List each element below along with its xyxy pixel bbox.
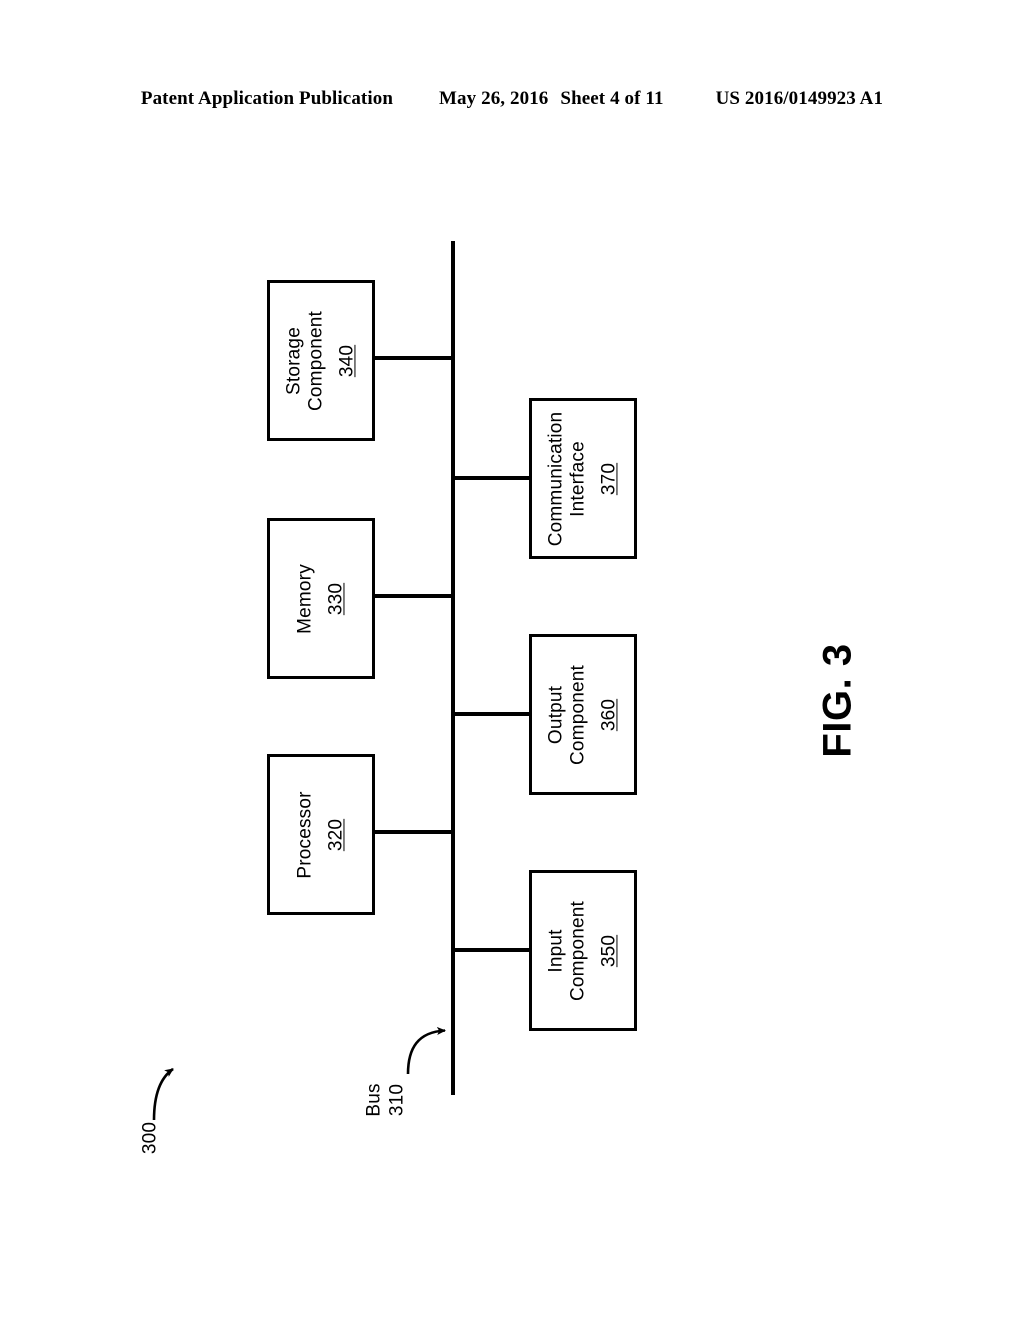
- box-processor[interactable]: Processor 320: [267, 754, 375, 915]
- communication-interface-label-line-2: Interface: [567, 440, 589, 517]
- bus-label: Bus: [363, 1083, 385, 1117]
- output-component-reference: 360: [598, 698, 620, 731]
- memory-label-line-1: Memory: [294, 563, 316, 634]
- processor-reference: 320: [325, 818, 347, 851]
- connector-bus-to-memory: [374, 594, 453, 598]
- box-communication-interface[interactable]: Communication Interface 370: [529, 398, 637, 559]
- box-memory[interactable]: Memory 330: [267, 518, 375, 679]
- box-storage-component[interactable]: Storage Component 340: [267, 280, 375, 441]
- figure-caption-text: FIG. 3: [815, 642, 860, 758]
- box-input-component[interactable]: Input Component 350: [529, 870, 637, 1031]
- bus-reference: 310: [387, 1083, 408, 1117]
- processor-label-line-1: Processor: [294, 790, 316, 879]
- memory-reference: 330: [325, 582, 347, 615]
- figure-block-diagram: Storage Component 340 Memory 330 Process…: [0, 0, 1024, 1320]
- communication-interface-label-line-1: Communication: [545, 411, 567, 546]
- output-component-label-line-1: Output: [545, 685, 567, 744]
- connector-bus-to-output-component: [453, 712, 531, 716]
- storage-component-reference: 340: [336, 344, 358, 377]
- storage-component-label-line-2: Component: [305, 310, 327, 411]
- communication-interface-reference: 370: [598, 462, 620, 495]
- figure-reference-callout: 300: [124, 1108, 176, 1168]
- figure-caption: FIG. 3: [788, 620, 888, 780]
- connector-bus-to-processor: [374, 830, 453, 834]
- figure-reference-number: 300: [139, 1121, 161, 1155]
- input-component-label-line-1: Input: [545, 928, 567, 973]
- storage-component-label-line-1: Storage: [283, 326, 305, 395]
- bus-callout-label: Bus 310: [358, 1062, 414, 1138]
- connector-bus-to-communication-interface: [453, 476, 531, 480]
- connector-bus-to-storage-component: [374, 356, 453, 360]
- box-output-component[interactable]: Output Component 360: [529, 634, 637, 795]
- input-component-reference: 350: [598, 934, 620, 967]
- bus-line: [451, 241, 455, 1095]
- connector-bus-to-input-component: [453, 948, 531, 952]
- output-component-label-line-2: Component: [567, 664, 589, 765]
- input-component-label-line-2: Component: [567, 900, 589, 1001]
